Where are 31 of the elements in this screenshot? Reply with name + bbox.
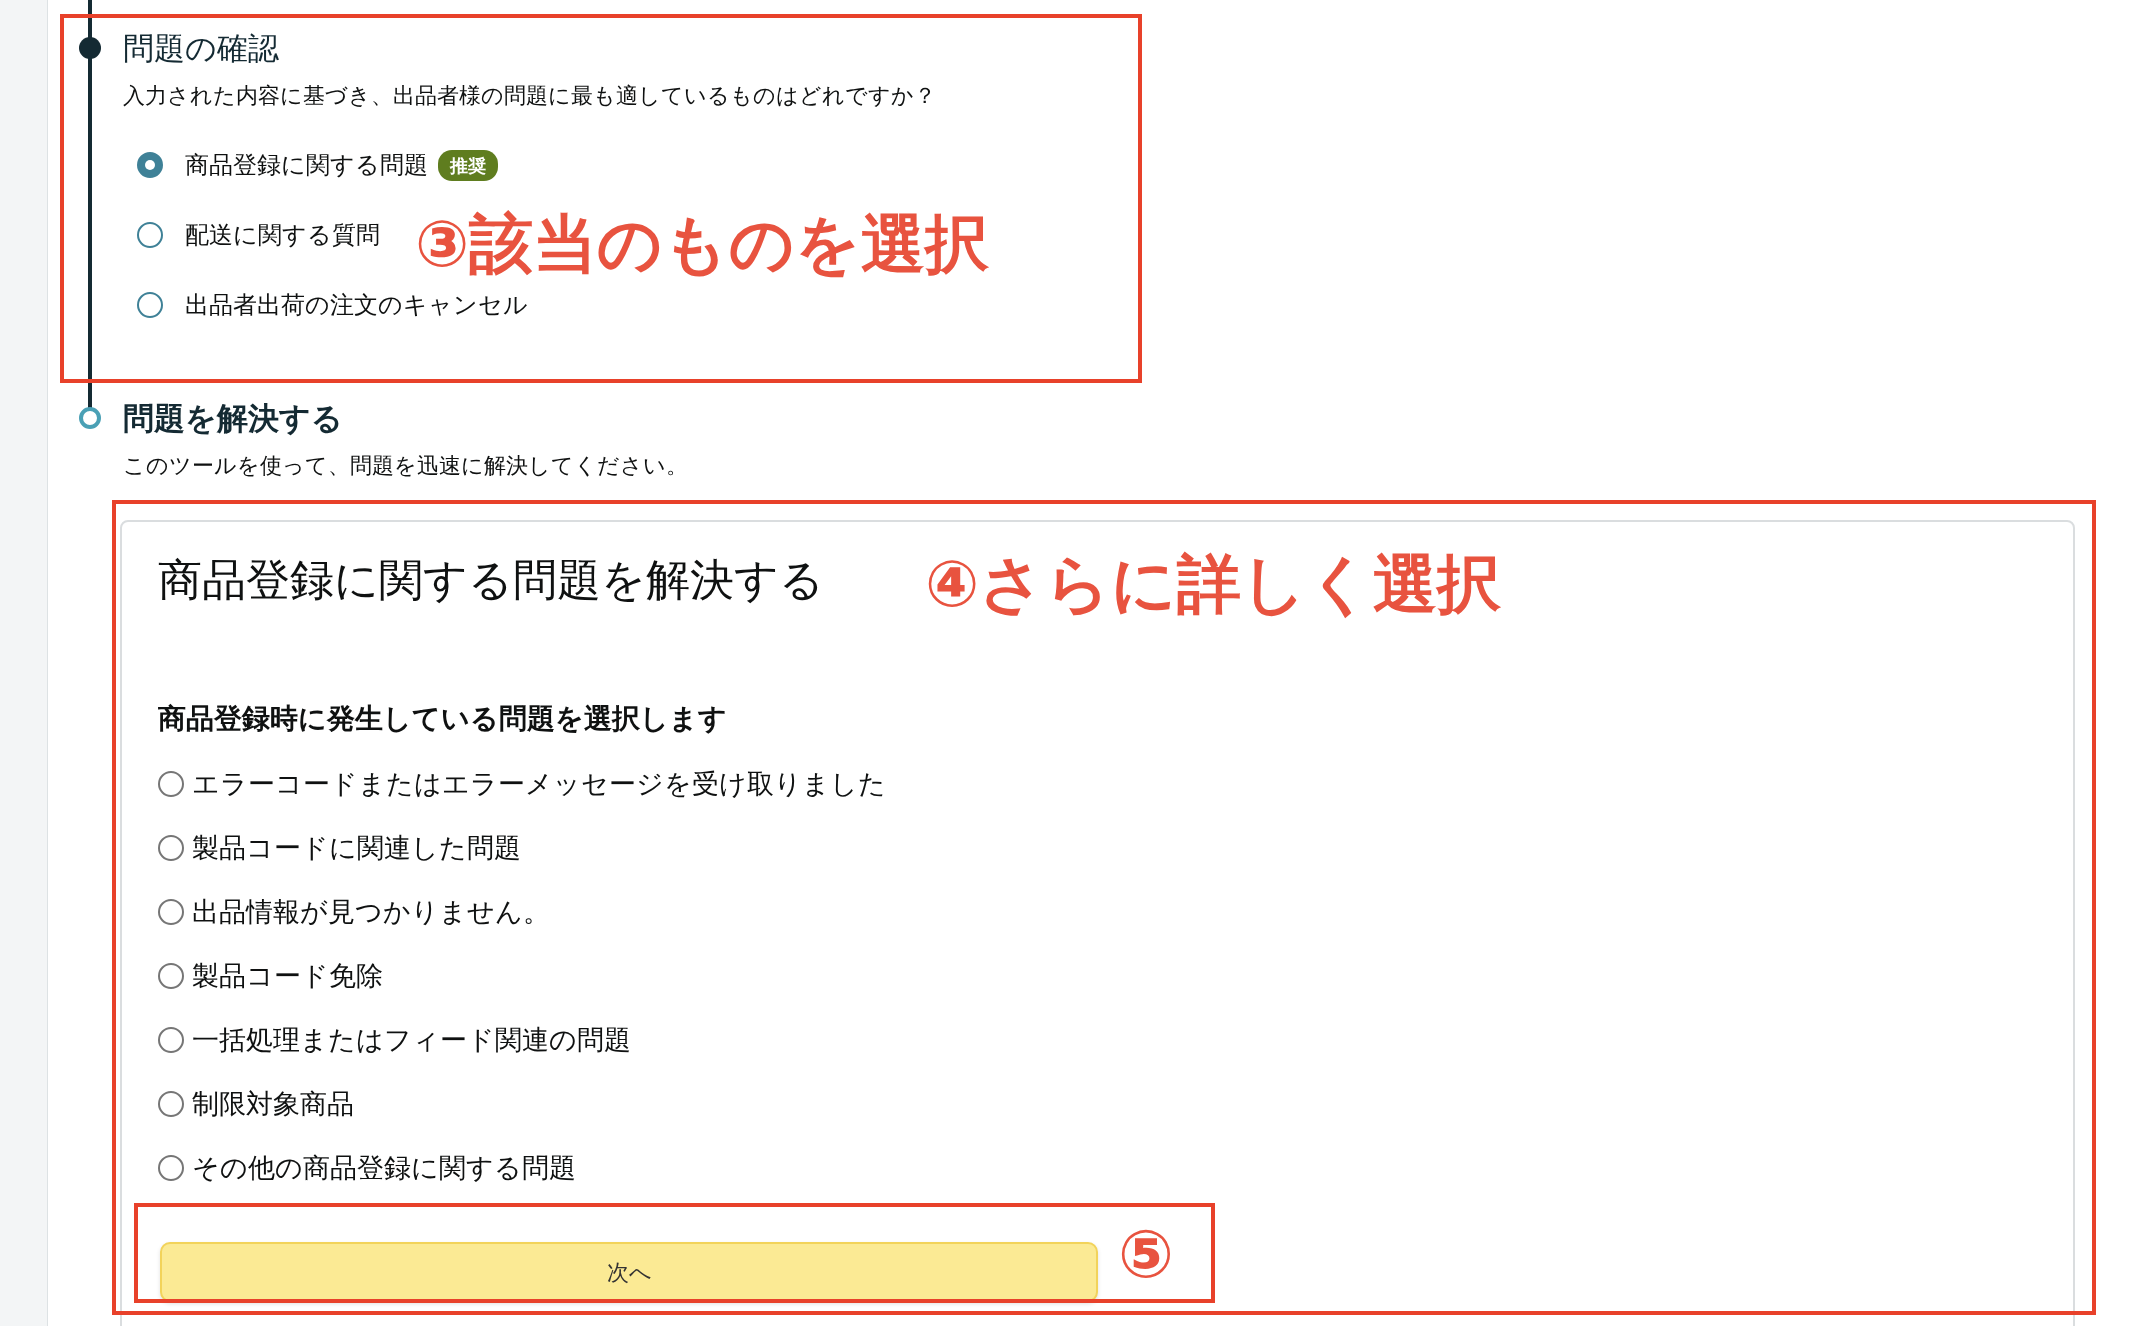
option-label: 一括処理またはフィード関連の問題: [192, 1022, 631, 1057]
step-title: 問題を解決する: [123, 399, 344, 438]
radio-button[interactable]: [158, 899, 184, 925]
option-label: その他の商品登録に関する問題: [192, 1150, 576, 1185]
radio-button[interactable]: [158, 771, 184, 797]
option-label: 出品者出荷の注文のキャンセル: [185, 290, 528, 321]
next-button[interactable]: 次へ: [160, 1242, 1098, 1302]
option-label: 配送に関する質問: [185, 220, 380, 251]
radio-button[interactable]: [137, 292, 163, 318]
radio-button[interactable]: [158, 1091, 184, 1117]
option-label: 製品コード免除: [192, 958, 383, 993]
radio-button[interactable]: [158, 963, 184, 989]
annotation-label: ⑤: [1118, 1222, 1174, 1288]
radio-button[interactable]: [137, 152, 163, 178]
annotation-label: ④さらに詳しく選択: [925, 552, 1502, 616]
annotation-label: ③該当のものを選択: [415, 212, 990, 276]
step-title: 問題の確認: [123, 29, 280, 68]
radio-button[interactable]: [158, 835, 184, 861]
radio-button[interactable]: [158, 1155, 184, 1181]
option-label: 制限対象商品: [192, 1086, 354, 1121]
panel-title: 商品登録に関する問題を解決する: [158, 553, 824, 607]
radio-button[interactable]: [158, 1027, 184, 1053]
option-label: エラーコードまたはエラーメッセージを受け取りました: [192, 766, 886, 801]
option-label: 製品コードに関連した問題: [192, 830, 521, 865]
option-label: 出品情報が見つかりません。: [192, 894, 550, 929]
step-description: 入力された内容に基づき、出品者様の問題に最も適しているものはどれですか？: [123, 82, 937, 110]
question-label: 商品登録時に発生している問題を選択します: [158, 701, 728, 737]
radio-button[interactable]: [137, 222, 163, 248]
recommended-tag: 推奨: [438, 149, 498, 181]
step-description: このツールを使って、問題を迅速に解決してください。: [123, 452, 689, 480]
option-label: 商品登録に関する問題: [185, 150, 428, 181]
